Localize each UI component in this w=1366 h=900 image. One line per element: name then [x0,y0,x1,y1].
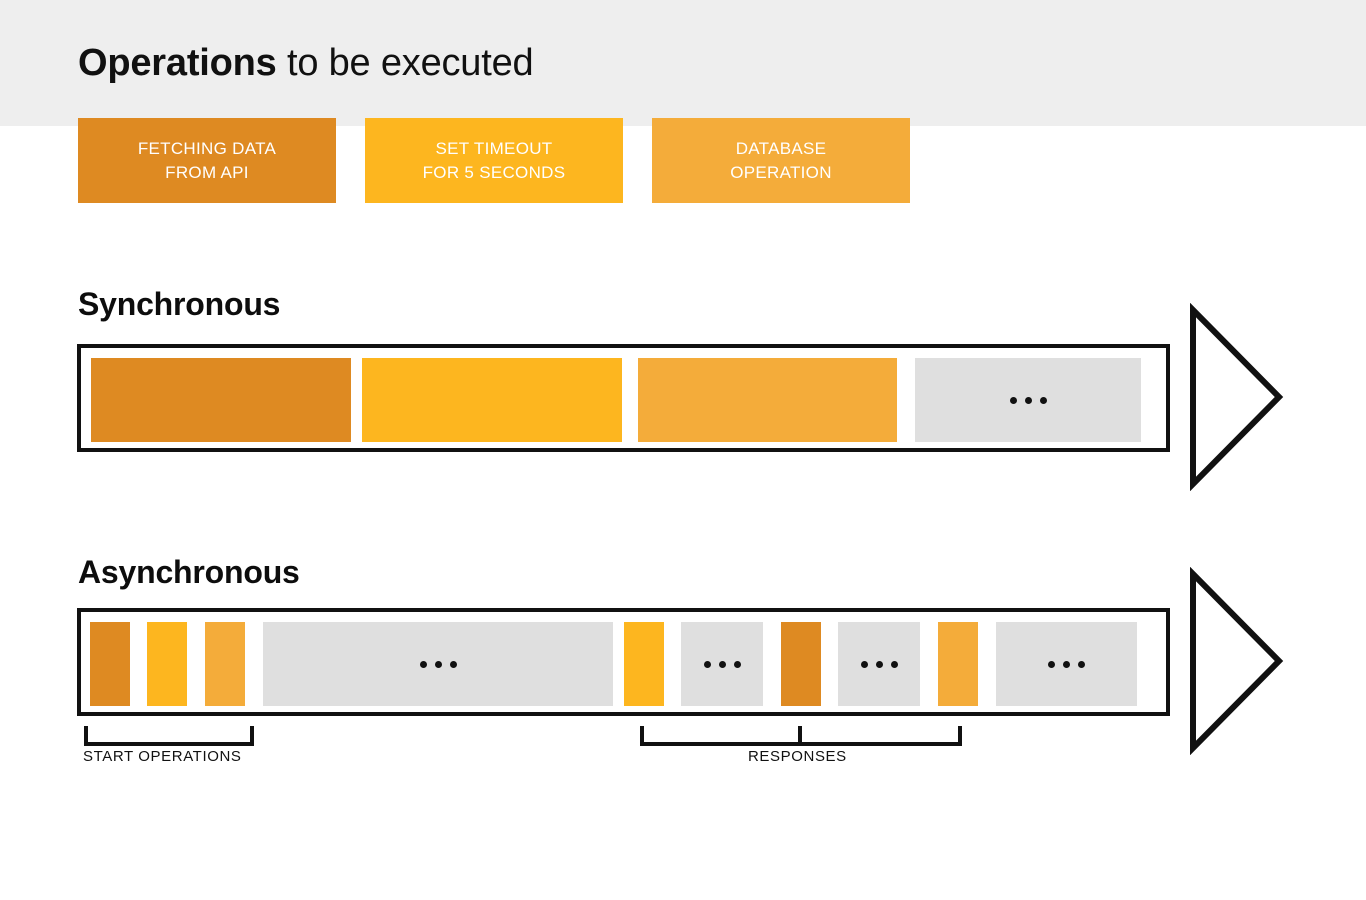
async-idle-block [838,622,920,706]
page-title-strong: Operations [78,42,277,84]
operation-card-line: DATABASE [735,138,827,158]
start-operations-label: START OPERATIONS [83,748,242,765]
ellipsis-icon [1009,396,1047,404]
operation-card-line: FROM API [165,162,249,182]
start-operations-bracket [84,722,254,746]
operation-card-line: FOR 5 SECONDS [422,162,566,182]
operation-card-fetching-data-from-api: FETCHING DATA FROM API [78,118,336,203]
page-title: Operations to be executed [78,40,534,86]
async-operation-block [90,622,130,706]
ellipsis-icon [419,660,457,668]
async-idle-block [681,622,763,706]
responses-label: RESPONSES [748,748,847,765]
bracket-tick-right [958,726,962,746]
async-idle-block [263,622,613,706]
sync-idle-block [915,358,1141,442]
synchronous-timeline [77,344,1170,452]
operation-card-line: OPERATION [730,162,832,182]
play-arrow-right-icon [1190,303,1284,491]
sync-operation-block [638,358,897,442]
operation-card-line: SET TIMEOUT [435,138,553,158]
async-operation-block [624,622,664,706]
ellipsis-icon [860,660,898,668]
asynchronous-timeline [77,608,1170,716]
bracket-line [84,742,254,746]
operation-card-line: FETCHING DATA [137,138,277,158]
sync-operation-block [362,358,622,442]
page-title-rest: to be executed [276,42,534,84]
async-operation-block [147,622,187,706]
bracket-tick-left [640,726,644,746]
async-operation-block [205,622,245,706]
bracket-tick-right [250,726,254,746]
ellipsis-icon [703,660,741,668]
bracket-tick-middle [798,726,802,746]
responses-bracket [640,722,962,746]
section-title-synchronous: Synchronous [78,286,281,322]
sync-operation-block [91,358,351,442]
async-operation-block [781,622,821,706]
play-arrow-right-icon [1190,567,1284,755]
section-title-asynchronous: Asynchronous [78,554,300,590]
ellipsis-icon [1048,660,1085,668]
async-idle-block [996,622,1137,706]
bracket-tick-left [84,726,88,746]
async-operation-block [938,622,978,706]
operation-card-set-timeout-5-seconds: SET TIMEOUT FOR 5 SECONDS [365,118,623,203]
operation-card-database-operation: DATABASE OPERATION [652,118,910,203]
